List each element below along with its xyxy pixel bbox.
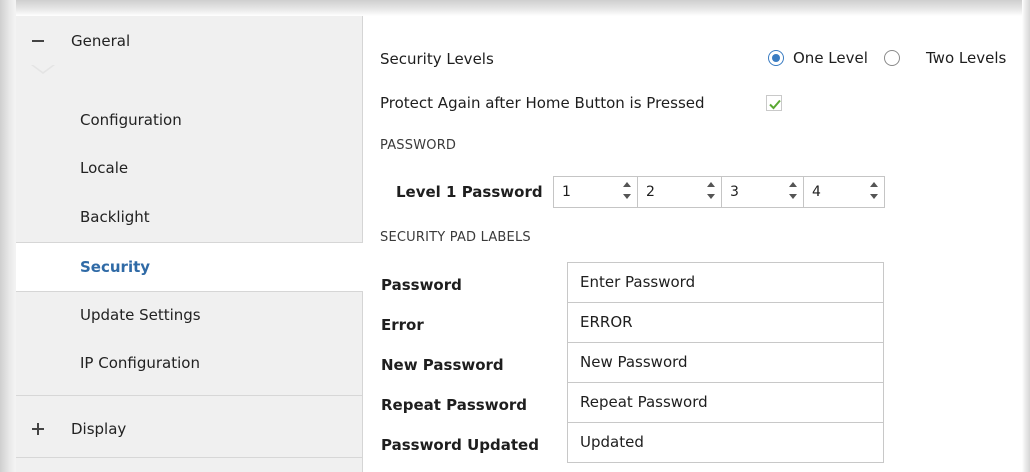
group-display-label: Display bbox=[71, 420, 127, 438]
checkmark-icon bbox=[769, 99, 781, 110]
pad-label-repeat-password: Repeat Password bbox=[381, 396, 528, 414]
security-panel: Security Levels One Level Two Levels Pro… bbox=[363, 16, 1022, 472]
sidebar-item-locale[interactable]: Locale bbox=[16, 144, 362, 192]
field-value: Repeat Password bbox=[580, 393, 708, 411]
spinner-value: 1 bbox=[562, 184, 571, 200]
sidebar-item-label: Backlight bbox=[80, 208, 150, 226]
window-shadow-top bbox=[0, 0, 1030, 16]
field-value: Enter Password bbox=[580, 273, 696, 291]
field-value: Updated bbox=[580, 433, 644, 451]
pad-label-error: Error bbox=[381, 316, 424, 334]
group-general-header[interactable]: General bbox=[16, 16, 362, 66]
plus-icon bbox=[32, 423, 44, 435]
sidebar-item-label: Update Settings bbox=[80, 306, 201, 324]
group-general-label: General bbox=[71, 32, 131, 50]
window-shadow-left bbox=[0, 0, 16, 472]
table-row: Password Updated Updated bbox=[378, 422, 884, 463]
group-divider bbox=[16, 395, 362, 396]
sidebar-item-update-settings[interactable]: Update Settings bbox=[16, 291, 362, 339]
pad-label-password: Password bbox=[381, 276, 462, 294]
field-value: New Password bbox=[580, 353, 688, 371]
group-divider bbox=[16, 457, 362, 458]
spinner-arrows-icon[interactable] bbox=[870, 182, 878, 202]
spinner-arrows-icon[interactable] bbox=[789, 182, 797, 202]
radio-one-level-label[interactable]: One Level bbox=[793, 49, 868, 67]
spinner-arrows-icon[interactable] bbox=[623, 182, 631, 202]
password-digit-2-spinner[interactable]: 2 bbox=[637, 176, 722, 208]
sidebar-item-label: Security bbox=[80, 258, 151, 276]
sidebar-item-configuration[interactable]: Configuration bbox=[16, 96, 362, 144]
window-shadow-right bbox=[1022, 0, 1030, 472]
protect-again-checkbox[interactable] bbox=[766, 95, 782, 111]
sidebar-item-backlight[interactable]: Backlight bbox=[16, 193, 362, 241]
radio-two-levels-label[interactable]: Two Levels bbox=[926, 49, 1006, 67]
pad-label-password-updated: Password Updated bbox=[381, 436, 539, 454]
pad-error-field[interactable]: ERROR bbox=[567, 302, 884, 343]
password-digit-1-spinner[interactable]: 1 bbox=[553, 176, 638, 208]
pad-label-new-password: New Password bbox=[381, 356, 504, 374]
field-value: ERROR bbox=[580, 313, 633, 331]
sidebar-item-label: IP Configuration bbox=[80, 354, 200, 372]
sidebar-item-label: Locale bbox=[80, 159, 129, 177]
spinner-value: 2 bbox=[646, 184, 655, 200]
password-digit-3-spinner[interactable]: 3 bbox=[721, 176, 804, 208]
group-display-header[interactable]: Display bbox=[16, 404, 362, 454]
spinner-arrows-icon[interactable] bbox=[707, 182, 715, 202]
radio-one-level[interactable] bbox=[768, 50, 784, 66]
sidebar-item-label: Configuration bbox=[80, 111, 182, 129]
security-pad-labels-heading: SECURITY PAD LABELS bbox=[380, 230, 531, 245]
protect-again-label: Protect Again after Home Button is Press… bbox=[380, 94, 705, 112]
security-levels-label: Security Levels bbox=[380, 50, 494, 68]
radio-two-levels[interactable] bbox=[884, 50, 900, 66]
pad-password-updated-field[interactable]: Updated bbox=[567, 422, 884, 463]
pad-new-password-field[interactable]: New Password bbox=[567, 342, 884, 383]
sidebar: General Configuration Locale Backlight S… bbox=[16, 16, 363, 472]
security-pad-labels-table: Password Enter Password Error ERROR New … bbox=[378, 262, 884, 463]
sidebar-item-ip-configuration[interactable]: IP Configuration bbox=[16, 339, 362, 387]
group-pointer-inner bbox=[32, 64, 54, 72]
table-row: Repeat Password Repeat Password bbox=[378, 382, 884, 423]
spinner-value: 4 bbox=[812, 184, 821, 200]
table-row: Error ERROR bbox=[378, 302, 884, 343]
minus-icon bbox=[32, 35, 44, 47]
pad-repeat-password-field[interactable]: Repeat Password bbox=[567, 382, 884, 423]
table-row: Password Enter Password bbox=[378, 262, 884, 303]
password-section-heading: PASSWORD bbox=[380, 138, 457, 153]
spinner-value: 3 bbox=[730, 184, 739, 200]
level1-password-label: Level 1 Password bbox=[396, 183, 543, 201]
table-row: New Password New Password bbox=[378, 342, 884, 383]
window: General Configuration Locale Backlight S… bbox=[0, 0, 1030, 472]
pad-password-field[interactable]: Enter Password bbox=[567, 262, 884, 303]
password-digit-4-spinner[interactable]: 4 bbox=[803, 176, 885, 208]
sidebar-item-security[interactable]: Security bbox=[16, 242, 363, 292]
